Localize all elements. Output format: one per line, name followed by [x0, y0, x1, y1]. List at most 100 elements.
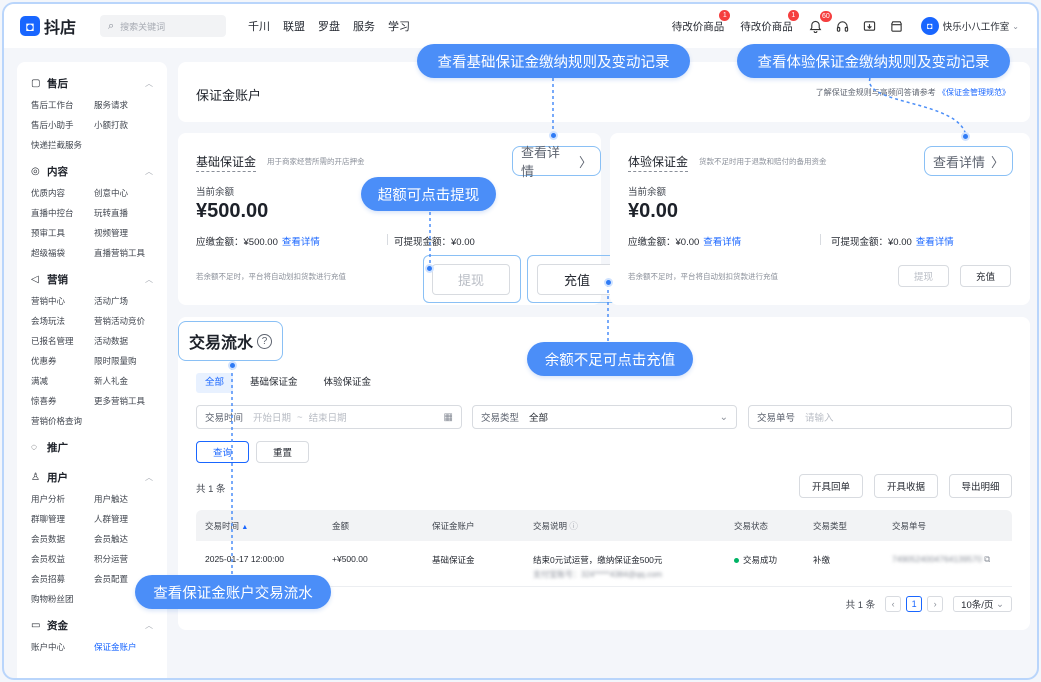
tab-trial[interactable]: 体验保证金	[315, 373, 381, 393]
sidebar-item[interactable]: 会员权益	[31, 549, 94, 569]
callout-dot	[604, 278, 613, 287]
withdrawable-detail-link[interactable]: 查看详情	[916, 237, 954, 248]
due-row: 应缴金额：¥500.00 查看详情	[196, 234, 320, 248]
sidebar-item[interactable]: 用户触达	[94, 489, 164, 509]
withdraw-button[interactable]: 提现	[432, 264, 510, 295]
headset-icon[interactable]	[836, 19, 850, 33]
sidebar-item[interactable]: 惊喜券	[31, 391, 94, 411]
order-no-placeholder: 请输入	[805, 413, 834, 424]
sidebar-item[interactable]: 会员招募	[31, 569, 94, 589]
next-page-icon[interactable]: ›	[927, 596, 944, 612]
nav-item-qianchuan[interactable]: 千川	[248, 18, 270, 34]
sidebar-item[interactable]: 视频管理	[94, 223, 164, 243]
page-number[interactable]: 1	[906, 596, 923, 612]
nav-item-lianmeng[interactable]: 联盟	[283, 18, 305, 34]
reset-button[interactable]: 重置	[256, 441, 309, 463]
query-button[interactable]: 查询	[196, 441, 249, 463]
sidebar-item[interactable]: 售后小助手	[31, 115, 94, 135]
sidebar-item[interactable]: 快递拦截服务	[31, 135, 94, 155]
sidebar-item[interactable]: 满减	[31, 371, 94, 391]
recharge-button[interactable]: 充值	[960, 265, 1011, 287]
prev-page-icon[interactable]: ‹	[885, 596, 902, 612]
notification-badge: 60	[819, 11, 832, 22]
nav-item-learn[interactable]: 学习	[388, 18, 410, 34]
sidebar-item[interactable]: 售后工作台	[31, 95, 94, 115]
sidebar-item[interactable]: 用户分析	[31, 489, 94, 509]
top-nav: 千川 联盟 罗盘 服务 学习	[248, 18, 423, 34]
sidebar-item[interactable]: 会场玩法	[31, 311, 94, 331]
sidebar-section-title: 推广	[47, 441, 68, 454]
callout-transaction-flow: 查看保证金账户交易流水	[135, 575, 331, 609]
sidebar-section-header[interactable]: ◁ 营销 ︿	[31, 270, 167, 288]
sidebar-item[interactable]: 超级福袋	[31, 243, 94, 263]
receipt-button[interactable]: 开具回单	[799, 474, 863, 498]
sidebar-item[interactable]: 购物粉丝团	[31, 589, 94, 609]
sidebar-item[interactable]: 优惠券	[31, 351, 94, 371]
sidebar-item[interactable]: 人群管理	[94, 509, 164, 529]
sidebar-item[interactable]: 直播营销工具	[94, 243, 164, 263]
sidebar-section-header[interactable]: ◎ 内容 ︿	[31, 162, 167, 180]
sidebar-item[interactable]: 活动广场	[94, 291, 164, 311]
sidebar-item[interactable]: 玩转直播	[94, 203, 164, 223]
sidebar-item-active[interactable]: 保证金账户	[94, 637, 164, 657]
sidebar-item[interactable]: 积分运营	[94, 549, 164, 569]
sidebar-item[interactable]: 创意中心	[94, 183, 164, 203]
basic-detail-button[interactable]: 查看详情 〉	[512, 145, 601, 179]
date-range-picker[interactable]: 交易时间 开始日期 ~ 结束日期 ▦	[196, 405, 462, 429]
callout-dot	[549, 131, 558, 140]
rules-link[interactable]: 《保证金管理规范》	[938, 88, 1010, 97]
sidebar-item[interactable]: 账户中心	[31, 637, 94, 657]
help-icon[interactable]: ?	[257, 333, 273, 349]
nav-item-service[interactable]: 服务	[353, 18, 375, 34]
sidebar-item[interactable]: 限时限量购	[94, 351, 164, 371]
download-icon[interactable]	[863, 19, 877, 33]
chevron-right-icon: 〉	[991, 154, 1005, 170]
sidebar-item[interactable]: 会员触达	[94, 529, 164, 549]
invoice-button[interactable]: 开具收据	[874, 474, 938, 498]
sidebar-item[interactable]: 群聊管理	[31, 509, 94, 529]
sidebar-section-header[interactable]: ♙ 用户 ︿	[31, 468, 167, 486]
sidebar-item[interactable]: 预审工具	[31, 223, 94, 243]
sidebar-item[interactable]: 活动数据	[94, 331, 164, 351]
sidebar-item[interactable]: 已报名管理	[31, 331, 94, 351]
due-detail-link[interactable]: 查看详情	[703, 237, 741, 248]
copy-icon[interactable]: ⧉	[984, 554, 990, 564]
bell-icon[interactable]: 60	[809, 11, 832, 33]
order-no-input[interactable]: 交易单号 请输入	[748, 405, 1012, 429]
search-input[interactable]: ⌕ 搜索关键词	[100, 15, 226, 37]
sidebar-item[interactable]: 营销活动竞价	[94, 311, 164, 331]
type-select[interactable]: 交易类型 全部 ⌄	[472, 405, 737, 429]
sidebar-section-header[interactable]: ▭ 资金 ︿	[31, 616, 167, 634]
trial-deposit-title: 体验保证金	[628, 153, 689, 172]
shop-icon[interactable]	[890, 19, 904, 33]
sidebar-item[interactable]: 营销中心	[31, 291, 94, 311]
sidebar-item[interactable]: 会员数据	[31, 529, 94, 549]
sidebar-section-header[interactable]: ▢ 售后 ︿	[31, 74, 167, 92]
pending-price-link-2[interactable]: 待改价商品 1	[740, 9, 799, 34]
sidebar-section-title: 资金	[47, 619, 68, 632]
sidebar-section-header[interactable]: ◌ 推广	[31, 438, 167, 456]
user-menu[interactable]: ◘ 快乐小八工作室 ⌄	[920, 17, 1019, 35]
sidebar-item[interactable]: 直播中控台	[31, 203, 94, 223]
page-size-select[interactable]: 10条/页 ⌄	[953, 596, 1012, 612]
sidebar-item[interactable]: 优质内容	[31, 183, 94, 203]
nav-item-luopan[interactable]: 罗盘	[318, 18, 340, 34]
withdraw-button[interactable]: 提现	[898, 265, 949, 287]
sidebar-item[interactable]: 更多营销工具	[94, 391, 164, 411]
cell-desc: 结束0元试运营，缴纳保证金500元	[533, 555, 663, 565]
sidebar-item[interactable]: 小额打款	[94, 115, 164, 135]
trial-detail-button[interactable]: 查看详情 〉	[924, 146, 1014, 176]
tab-basic[interactable]: 基础保证金	[241, 373, 307, 393]
tab-all[interactable]: 全部	[196, 373, 234, 393]
column-header-label: 交易时间	[205, 521, 240, 531]
pending-price-link-1[interactable]: 待改价商品 1	[672, 9, 731, 34]
basic-deposit-desc: 用于商家经营所需的开店押金	[267, 157, 365, 166]
sidebar-item[interactable]: 新人礼金	[94, 371, 164, 391]
logo[interactable]: ◘ 抖店	[20, 14, 100, 38]
pagination: 共 1 条 ‹ 1 › 10条/页 ⌄	[846, 596, 1012, 612]
export-button[interactable]: 导出明细	[949, 474, 1012, 498]
sidebar-item[interactable]: 营销价格查询	[31, 411, 94, 431]
due-detail-link[interactable]: 查看详情	[282, 237, 320, 248]
sidebar-item[interactable]: 服务请求	[94, 95, 164, 115]
column-header[interactable]: 交易时间 ▲	[205, 520, 248, 532]
